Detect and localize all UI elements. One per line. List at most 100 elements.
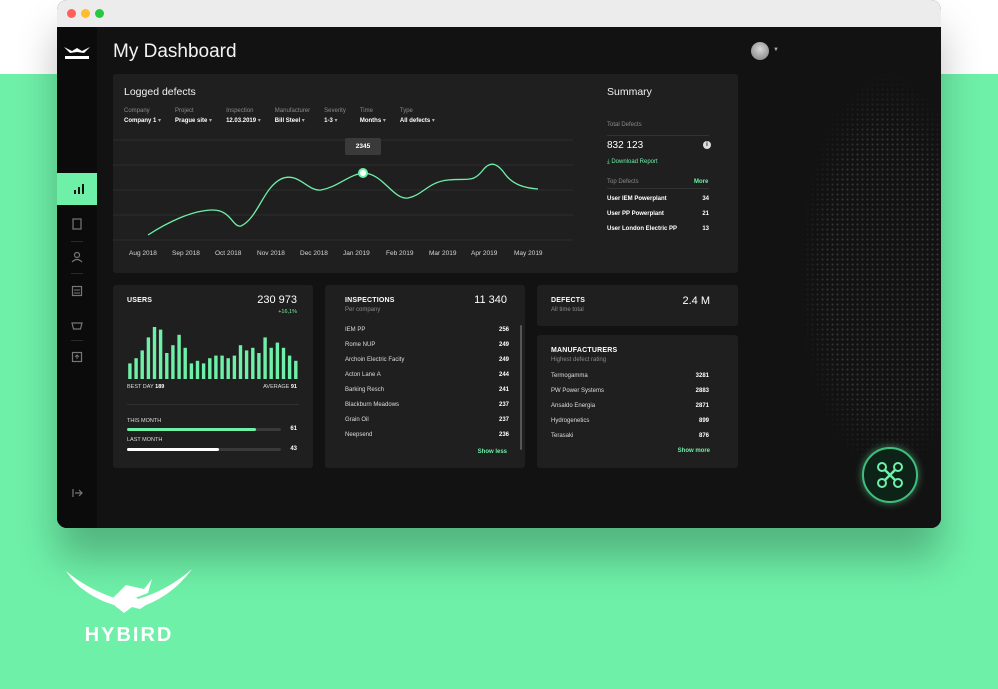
x-tick-label: Dec 2018 [300,250,328,257]
users-bar[interactable] [152,327,157,379]
nav-reports[interactable] [57,275,97,307]
inspection-row[interactable]: Blackburn Meadows 237 [345,402,509,408]
manufacturers-card: MANUFACTURERS Highest defect rating Term… [537,335,738,468]
top-defect-row[interactable]: User PP Powerplant 21 [607,211,709,217]
nav-shop[interactable] [57,308,97,340]
manufacturer-row[interactable]: PW Power Systems 2883 [551,388,709,394]
manufacturer-name: PW Power Systems [551,388,605,394]
users-bar[interactable] [146,337,151,379]
drone-button[interactable] [862,447,918,503]
users-bar[interactable] [158,329,163,379]
users-bar[interactable] [238,345,243,379]
top-defect-row[interactable]: User London Electric PP 13 [607,226,709,232]
users-bar[interactable] [269,347,273,379]
users-bar[interactable] [214,355,218,379]
users-bar-chart[interactable] [127,327,299,379]
inspection-row[interactable]: Barking Resch 241 [345,387,509,393]
close-window-button[interactable] [67,9,76,18]
users-bar[interactable] [294,360,298,379]
show-less-link[interactable]: Show less [478,449,507,455]
users-bar[interactable] [183,347,187,379]
users-bar[interactable] [195,360,200,379]
more-link[interactable]: More [694,179,708,185]
total-defects-value: 832 123 [607,140,644,151]
inspection-row[interactable]: IEM PP 256 [345,327,509,333]
nav-documents[interactable] [57,208,97,240]
top-defect-row[interactable]: User IEM Powerplant 34 [607,196,709,202]
filter-value: Prague site [175,117,212,124]
users-bar[interactable] [257,353,261,379]
upload-icon [71,351,83,363]
filter-value: Company 1 [124,117,161,124]
filter-value: 1-3 [324,117,346,124]
scrollbar[interactable] [520,325,522,450]
users-bar[interactable] [128,363,132,379]
users-bar[interactable] [201,363,206,379]
users-bar[interactable] [232,355,237,379]
nav-dashboard[interactable] [57,173,101,205]
users-bar[interactable] [287,355,292,379]
manufacturer-row[interactable]: Hydrogenetics 899 [551,418,709,424]
filter-manufacturer[interactable]: Manufacturer Bill Steel [275,108,310,124]
users-bar[interactable] [208,358,212,379]
minimize-window-button[interactable] [81,9,90,18]
filter-inspection[interactable]: Inspection 12.03.2019 [226,108,261,124]
inspection-row[interactable]: Rome NUP 249 [345,342,509,348]
manufacturer-row[interactable]: Ansaldo Energia 2871 [551,403,709,409]
filter-project[interactable]: Project Prague site [175,108,212,124]
filter-type[interactable]: Type All defects [400,108,435,124]
card-subtitle: All time total [551,307,584,313]
users-bar[interactable] [275,342,280,379]
users-bar[interactable] [134,358,138,379]
defect-count: 34 [702,196,709,202]
company-name: Rome NUP [345,342,376,348]
maximize-window-button[interactable] [95,9,104,18]
inspection-row[interactable]: Neepsend 236 [345,432,509,438]
users-bar[interactable] [189,363,194,379]
company-name: Archoin Electric Facity [345,357,405,363]
users-bar[interactable] [165,353,169,379]
users-bar[interactable] [251,347,255,379]
company-name: Acton Lane A [345,372,381,378]
filter-time[interactable]: Time Months [360,108,386,124]
manufacturer-row[interactable]: Terasaki 876 [551,433,709,439]
users-bar[interactable] [177,334,181,379]
avatar[interactable] [751,42,769,60]
hybird-brand-logo: HYBIRD [66,569,192,645]
users-bar[interactable] [263,337,267,379]
filter-value: All defects [400,117,435,124]
inspection-row[interactable]: Acton Lane A 244 [345,372,509,378]
nav-logout[interactable] [57,477,97,509]
divider [127,404,299,405]
download-report-link[interactable]: ⤓ Download Report [607,159,658,166]
users-bar[interactable] [281,347,286,379]
page-title: My Dashboard [113,41,237,62]
window-titlebar [57,0,941,27]
defect-name: User PP Powerplant [607,211,664,217]
x-tick-label: Apr 2019 [471,250,498,257]
filter-severity[interactable]: Severity 1-3 [324,108,346,124]
users-bar[interactable] [220,355,224,379]
card-title: MANUFACTURERS [551,347,618,354]
filter-company[interactable]: Company Company 1 [124,108,161,124]
nav-upload[interactable] [57,341,97,373]
logout-icon [72,489,83,497]
hybird-logo-icon[interactable] [62,43,92,61]
x-tick-label: May 2019 [514,250,543,257]
divider [607,135,709,136]
show-more-link[interactable]: Show more [678,448,710,454]
nav-users[interactable] [57,241,97,273]
users-bar[interactable] [171,345,175,379]
inspection-row[interactable]: Grain Oil 237 [345,417,509,423]
this-month-progress [127,428,281,431]
x-tick-label: Jan 2019 [343,250,370,257]
manufacturer-row[interactable]: Termogamma 3281 [551,373,709,379]
data-point-marker[interactable] [358,168,368,178]
inspection-row[interactable]: Archoin Electric Facity 249 [345,357,509,363]
users-bar[interactable] [140,350,144,379]
chevron-down-icon[interactable]: ▼ [773,47,779,53]
users-bar[interactable] [226,358,230,379]
filter-label: Company [124,108,150,114]
users-bar[interactable] [244,350,249,379]
info-icon[interactable]: i [703,141,711,149]
